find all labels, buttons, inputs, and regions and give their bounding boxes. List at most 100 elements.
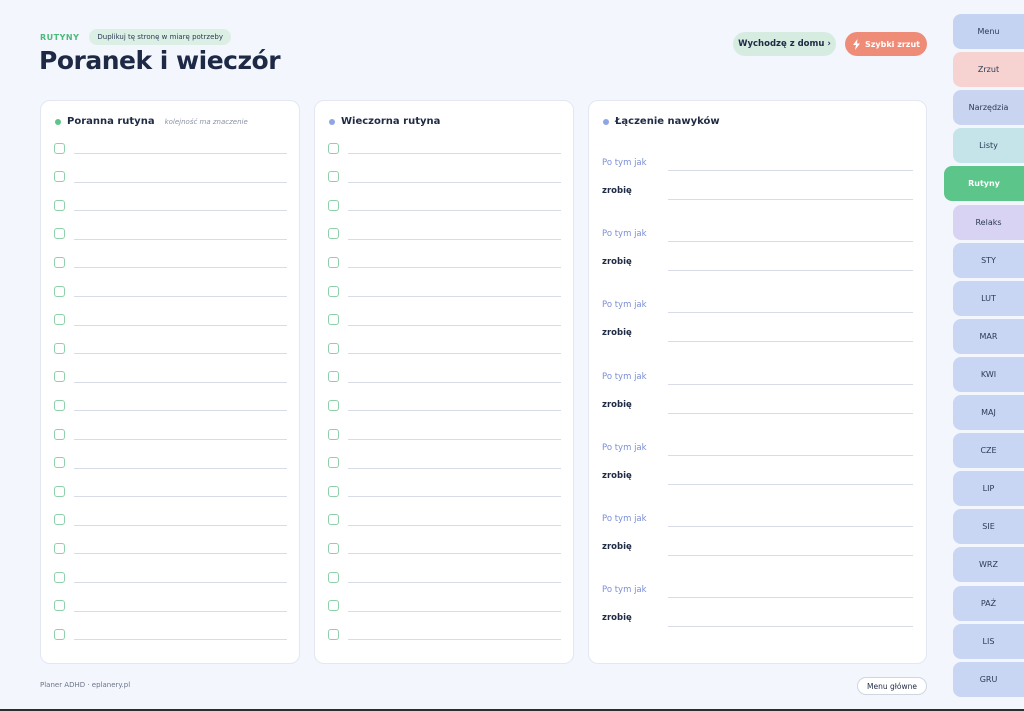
evening-routine-entry-line[interactable]	[348, 553, 561, 555]
tab-lut[interactable]: LUT	[953, 280, 1024, 316]
tab-zrzut[interactable]: Zrzut	[953, 52, 1024, 88]
morning-routine-checkbox[interactable]	[54, 628, 65, 640]
evening-routine-entry-line[interactable]	[348, 524, 561, 526]
tab-menu[interactable]: Menu	[953, 14, 1024, 49]
after-entry-line[interactable]	[668, 312, 913, 314]
will-entry-line[interactable]	[668, 555, 913, 556]
tab-paź[interactable]: PAŹ	[953, 585, 1024, 621]
morning-routine-checkbox[interactable]	[54, 457, 65, 469]
evening-routine-checkbox[interactable]	[328, 371, 339, 383]
morning-routine-checkbox[interactable]	[54, 314, 65, 326]
evening-routine-checkbox[interactable]	[328, 228, 339, 240]
tab-kwi[interactable]: KWI	[953, 356, 1024, 392]
will-entry-line[interactable]	[668, 341, 913, 343]
tab-sie[interactable]: SIE	[953, 509, 1024, 545]
evening-routine-entry-line[interactable]	[348, 610, 561, 612]
evening-routine-checkbox[interactable]	[328, 600, 339, 612]
evening-routine-entry-line[interactable]	[348, 381, 561, 383]
morning-routine-checkbox[interactable]	[54, 256, 65, 268]
evening-routine-entry-line[interactable]	[348, 467, 561, 469]
after-entry-line[interactable]	[668, 241, 913, 243]
evening-routine-checkbox[interactable]	[328, 514, 339, 526]
evening-routine-entry-line[interactable]	[348, 267, 561, 269]
morning-routine-entry-line[interactable]	[74, 582, 287, 583]
evening-routine-checkbox[interactable]	[328, 571, 339, 583]
morning-routine-checkbox[interactable]	[54, 371, 65, 383]
morning-routine-entry-line[interactable]	[74, 410, 287, 412]
will-entry-line[interactable]	[668, 270, 913, 272]
after-entry-line[interactable]	[668, 597, 913, 599]
morning-routine-checkbox[interactable]	[54, 228, 65, 240]
quick-dump-button[interactable]: Szybki zrzut	[845, 32, 927, 56]
evening-routine-checkbox[interactable]	[328, 628, 339, 640]
tab-lis[interactable]: LIS	[953, 623, 1024, 659]
morning-routine-entry-line[interactable]	[74, 324, 287, 326]
morning-routine-entry-line[interactable]	[74, 381, 287, 383]
morning-routine-checkbox[interactable]	[54, 514, 65, 526]
morning-routine-entry-line[interactable]	[74, 610, 287, 612]
evening-routine-entry-line[interactable]	[348, 238, 561, 240]
leaving-home-button[interactable]: Wychodzę z domu ›	[733, 32, 836, 56]
evening-routine-entry-line[interactable]	[348, 181, 561, 183]
evening-routine-entry-line[interactable]	[348, 296, 561, 297]
evening-routine-entry-line[interactable]	[348, 582, 561, 583]
evening-routine-entry-line[interactable]	[348, 324, 561, 326]
will-entry-line[interactable]	[668, 483, 913, 485]
evening-routine-entry-line[interactable]	[348, 639, 561, 641]
morning-routine-entry-line[interactable]	[74, 553, 287, 555]
evening-routine-checkbox[interactable]	[328, 542, 339, 554]
evening-routine-entry-line[interactable]	[348, 353, 561, 355]
morning-routine-entry-line[interactable]	[74, 467, 287, 469]
morning-routine-checkbox[interactable]	[54, 342, 65, 354]
main-menu-button[interactable]: Menu główne	[857, 677, 927, 695]
morning-routine-entry-line[interactable]	[74, 181, 287, 183]
evening-routine-entry-line[interactable]	[348, 410, 561, 412]
evening-routine-checkbox[interactable]	[328, 285, 339, 297]
after-entry-line[interactable]	[668, 170, 913, 171]
morning-routine-entry-line[interactable]	[74, 238, 287, 240]
morning-routine-checkbox[interactable]	[54, 399, 65, 411]
tab-maj[interactable]: MAJ	[953, 395, 1024, 430]
tab-gru[interactable]: GRU	[953, 661, 1024, 697]
morning-routine-entry-line[interactable]	[74, 496, 287, 498]
tab-mar[interactable]: MAR	[953, 318, 1024, 354]
morning-routine-entry-line[interactable]	[74, 524, 287, 526]
evening-routine-checkbox[interactable]	[328, 457, 339, 469]
tab-narzędzia[interactable]: Narzędzia	[953, 90, 1024, 126]
after-entry-line[interactable]	[668, 526, 913, 527]
morning-routine-checkbox[interactable]	[54, 600, 65, 612]
evening-routine-checkbox[interactable]	[328, 428, 339, 440]
evening-routine-checkbox[interactable]	[328, 485, 339, 497]
evening-routine-entry-line[interactable]	[348, 153, 561, 154]
tab-listy[interactable]: Listy	[953, 128, 1024, 164]
morning-routine-checkbox[interactable]	[54, 142, 65, 154]
morning-routine-checkbox[interactable]	[54, 542, 65, 554]
after-entry-line[interactable]	[668, 454, 913, 456]
evening-routine-checkbox[interactable]	[328, 199, 339, 211]
morning-routine-entry-line[interactable]	[74, 296, 287, 297]
will-entry-line[interactable]	[668, 626, 913, 628]
tab-relaks[interactable]: Relaks	[953, 204, 1024, 240]
tab-wrz[interactable]: WRZ	[953, 547, 1024, 583]
morning-routine-entry-line[interactable]	[74, 353, 287, 355]
tab-sty[interactable]: STY	[953, 242, 1024, 278]
evening-routine-checkbox[interactable]	[328, 256, 339, 268]
morning-routine-checkbox[interactable]	[54, 199, 65, 211]
will-entry-line[interactable]	[668, 412, 913, 414]
morning-routine-checkbox[interactable]	[54, 485, 65, 497]
evening-routine-entry-line[interactable]	[348, 210, 561, 212]
evening-routine-checkbox[interactable]	[328, 314, 339, 326]
tab-cze[interactable]: CZE	[953, 433, 1024, 469]
evening-routine-checkbox[interactable]	[328, 399, 339, 411]
morning-routine-entry-line[interactable]	[74, 210, 287, 212]
evening-routine-entry-line[interactable]	[348, 439, 561, 440]
evening-routine-entry-line[interactable]	[348, 496, 561, 498]
morning-routine-checkbox[interactable]	[54, 171, 65, 183]
morning-routine-checkbox[interactable]	[54, 571, 65, 583]
morning-routine-entry-line[interactable]	[74, 153, 287, 154]
tab-lip[interactable]: LIP	[953, 471, 1024, 507]
morning-routine-entry-line[interactable]	[74, 639, 287, 641]
evening-routine-checkbox[interactable]	[328, 342, 339, 354]
evening-routine-checkbox[interactable]	[328, 171, 339, 183]
morning-routine-entry-line[interactable]	[74, 439, 287, 440]
